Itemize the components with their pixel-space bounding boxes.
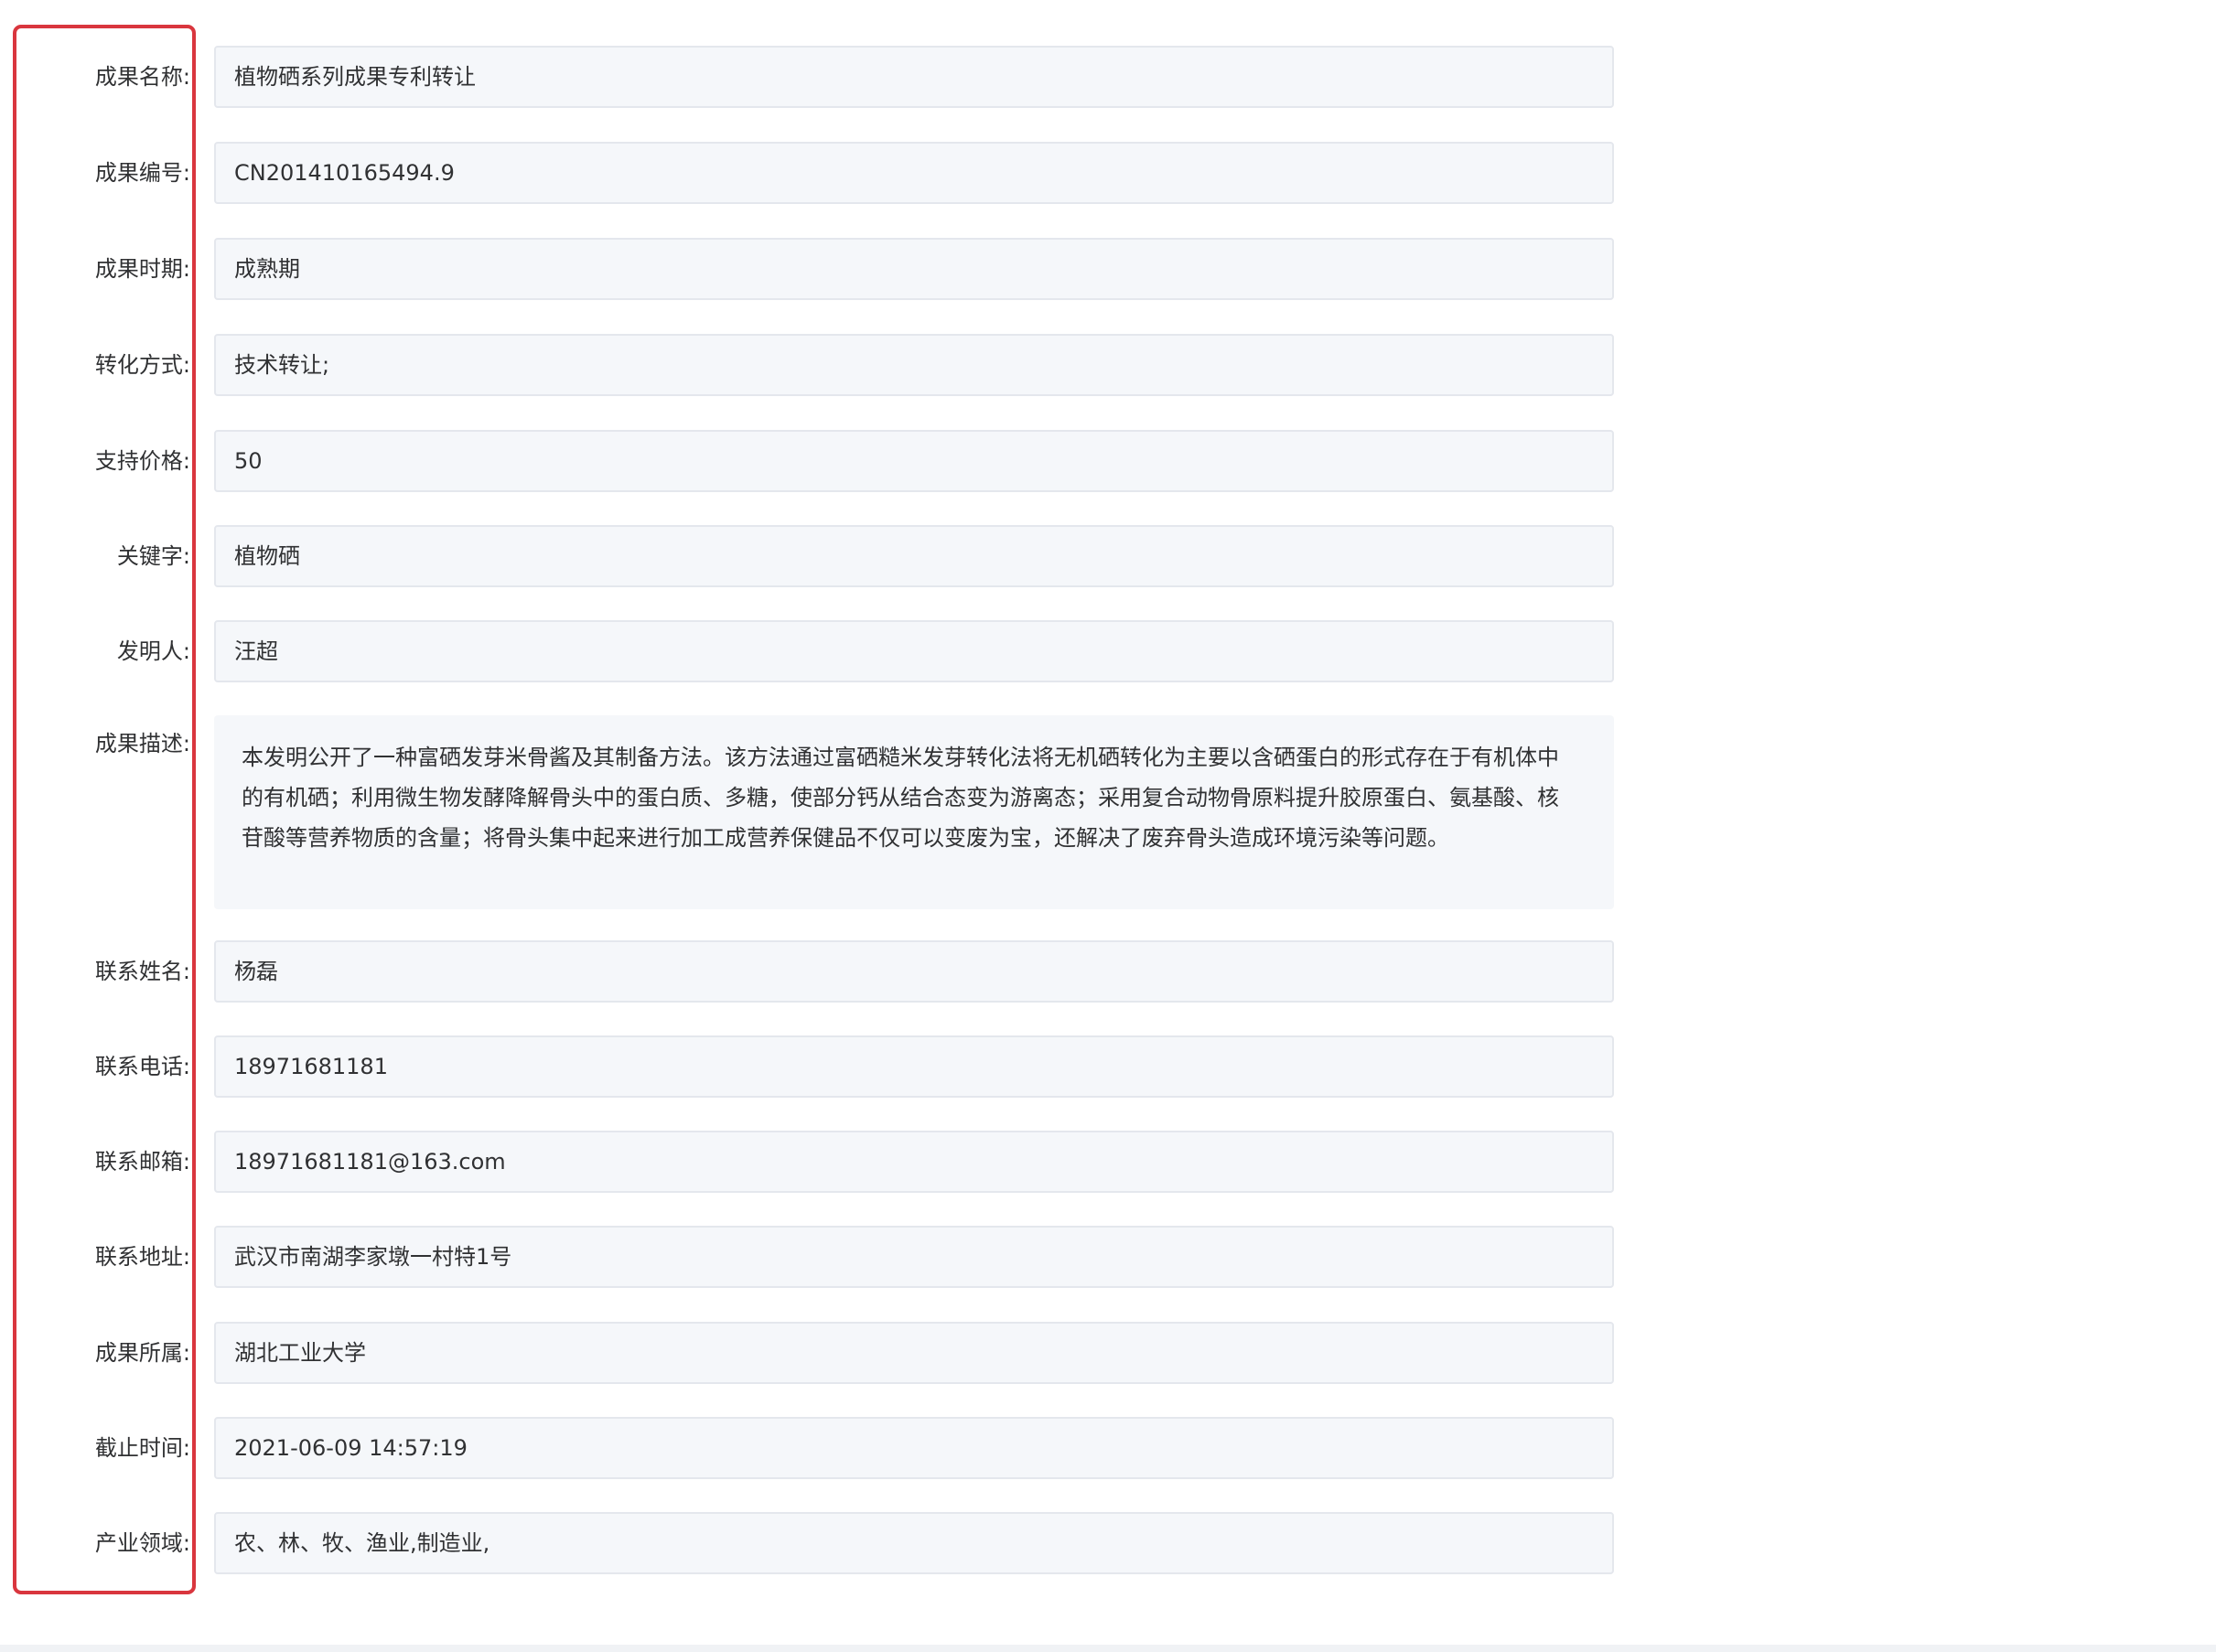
field-label: 关键字: [116,543,190,569]
detail-page: 成果名称: 植物硒系列成果专利转让 成果编号: CN201410165494.9… [0,0,2216,1652]
field-label: 支持价格: [94,448,190,474]
achievement-number-field[interactable]: CN201410165494.9 [214,142,1614,204]
keywords-field[interactable]: 植物硒 [214,525,1614,587]
field-label: 成果名称: [94,64,190,90]
contact-name-field[interactable]: 杨磊 [214,940,1614,1003]
transfer-method-field[interactable]: 技术转让; [214,334,1614,396]
inventor-field[interactable]: 汪超 [214,620,1614,682]
field-label: 成果所属: [94,1340,190,1366]
achievement-name-field[interactable]: 植物硒系列成果专利转让 [214,46,1614,108]
field-label: 转化方式: [94,352,190,378]
industry-field[interactable]: 农、林、牧、渔业,制造业, [214,1512,1614,1574]
description-field[interactable]: 本发明公开了一种富硒发芽米骨酱及其制备方法。该方法通过富硒糙米发芽转化法将无机硒… [214,715,1614,909]
contact-address-field[interactable]: 武汉市南湖李家墩一村特1号 [214,1226,1614,1288]
deadline-field[interactable]: 2021-06-09 14:57:19 [214,1417,1614,1479]
field-label: 成果时期: [94,256,190,282]
field-label: 联系邮箱: [94,1149,190,1175]
field-label: 成果描述: [94,731,190,756]
field-label: 成果编号: [94,160,190,186]
field-label: 联系地址: [94,1244,190,1270]
affiliation-field[interactable]: 湖北工业大学 [214,1322,1614,1384]
field-label: 截止时间: [94,1435,190,1461]
field-label: 发明人: [116,638,190,664]
field-label: 联系电话: [94,1054,190,1079]
support-price-field[interactable]: 50 [214,430,1614,492]
field-label: 产业领域: [94,1530,190,1556]
page-bottom-bar [0,1645,2216,1652]
contact-phone-field[interactable]: 18971681181 [214,1035,1614,1098]
achievement-stage-field[interactable]: 成熟期 [214,238,1614,300]
contact-email-field[interactable]: 18971681181@163.com [214,1131,1614,1193]
field-label: 联系姓名: [94,959,190,984]
